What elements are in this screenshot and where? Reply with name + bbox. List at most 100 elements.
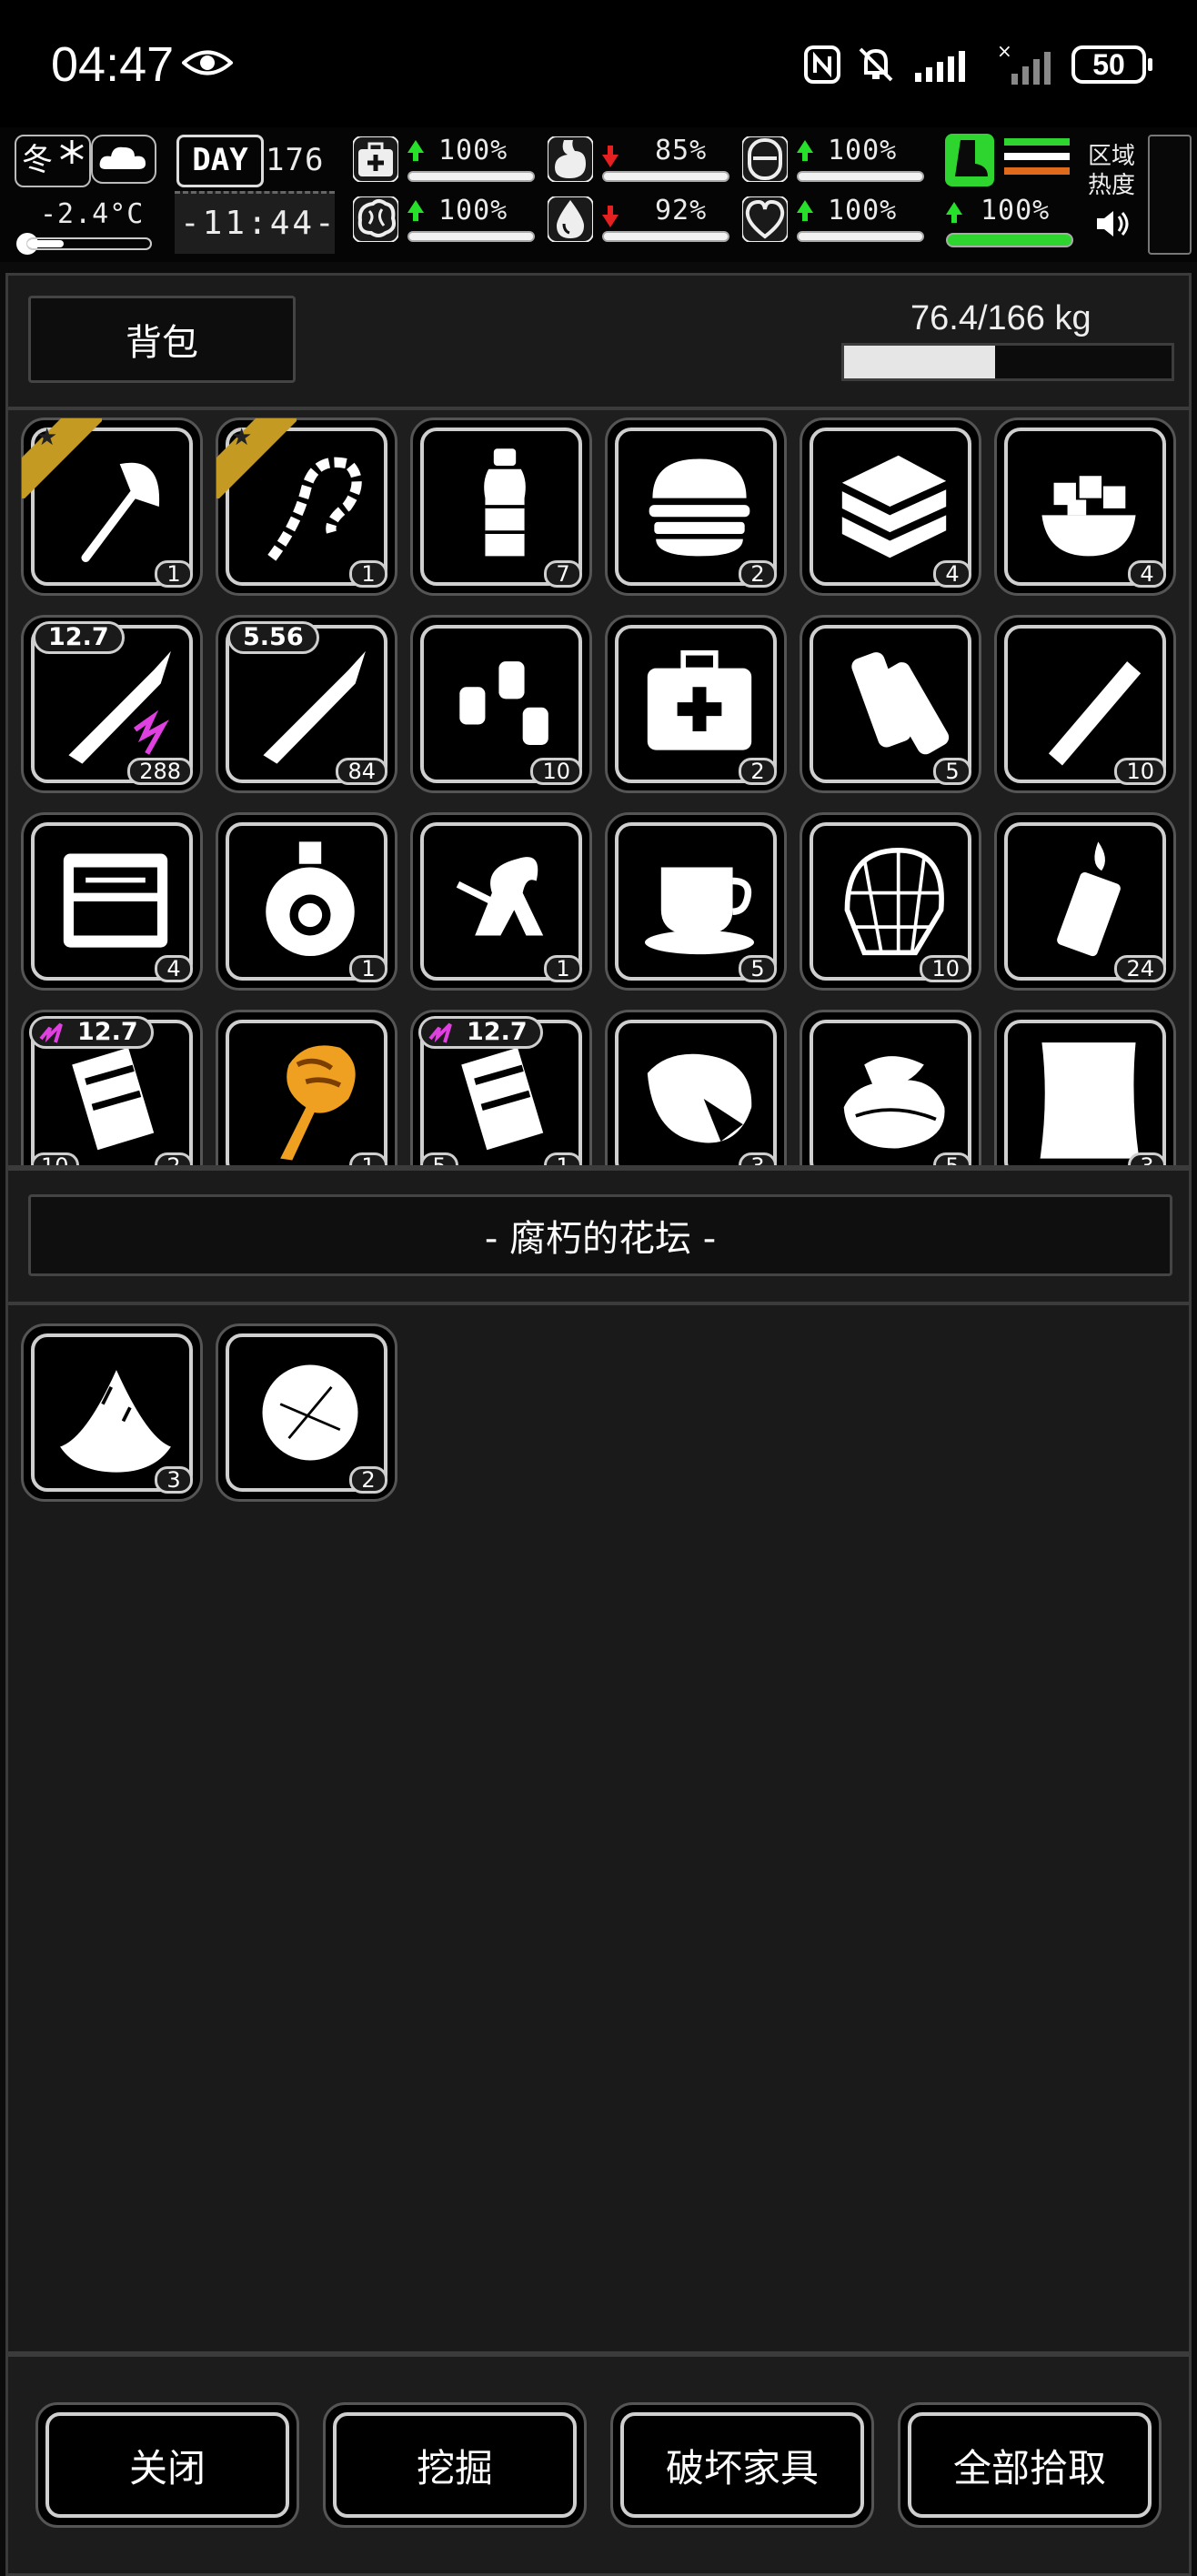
medkit-icon bbox=[353, 136, 398, 182]
item-count: 4 bbox=[155, 955, 193, 982]
dig-button[interactable]: 挖掘 bbox=[323, 2402, 587, 2528]
horse-statue-icon bbox=[456, 857, 544, 936]
cloth-sheet-icon bbox=[1040, 1042, 1140, 1159]
inventory-slot[interactable]: 5 bbox=[800, 615, 981, 793]
item-count: 4 bbox=[933, 560, 971, 588]
item-count: 10 bbox=[920, 955, 971, 982]
stomach-icon bbox=[548, 136, 593, 182]
item-count: 1 bbox=[349, 955, 387, 982]
golden-idol-icon bbox=[280, 1045, 356, 1161]
inventory-slot[interactable]: 1 bbox=[21, 418, 203, 596]
trend-up-icon bbox=[407, 140, 424, 161]
inventory-slot[interactable]: 10 bbox=[800, 812, 981, 991]
stat-bar bbox=[797, 231, 924, 242]
trend-down-icon bbox=[602, 146, 619, 167]
item-count: 1 bbox=[349, 1152, 387, 1165]
item-count: 3 bbox=[155, 1466, 193, 1494]
game-hud: 冬 -2.4°C DAY 176 -11:44- 100% 85% 100% 1… bbox=[0, 127, 1197, 262]
inventory-slot[interactable]: 5 bbox=[800, 1010, 981, 1165]
inventory-slot[interactable]: 1 bbox=[216, 1010, 397, 1165]
item-count: 84 bbox=[336, 758, 387, 785]
system-status-bar: 04:47 × 50 bbox=[0, 0, 1197, 127]
stat-bar bbox=[407, 231, 535, 242]
shock-icon bbox=[39, 1022, 63, 1043]
item-count: 5 bbox=[933, 758, 971, 785]
inventory-slot[interactable]: 2 bbox=[216, 1323, 397, 1502]
inventory-slot[interactable]: 2 bbox=[605, 418, 787, 596]
zone-heat-label: 区域热度 bbox=[1088, 143, 1136, 199]
day-label: DAY bbox=[176, 135, 264, 187]
item-count: 5 bbox=[933, 1152, 971, 1165]
inventory-slot[interactable]: 12.7 5 1 bbox=[410, 1010, 592, 1165]
nfc-icon bbox=[804, 45, 840, 84]
item-count: 10 bbox=[530, 758, 582, 785]
inventory-slot[interactable]: 3 bbox=[994, 1010, 1176, 1165]
rifle-bullet-icon bbox=[263, 650, 366, 764]
snowflake-icon bbox=[60, 140, 84, 164]
weight-text: 76.4/166 kg bbox=[910, 299, 1091, 337]
inventory-slot[interactable]: 4 bbox=[21, 812, 203, 991]
pills-icon bbox=[459, 661, 548, 745]
inventory-slot[interactable]: 4 bbox=[994, 418, 1176, 596]
day-block: DAY 176 -11:44- bbox=[175, 131, 335, 257]
inventory-slot[interactable]: 10 bbox=[410, 615, 592, 793]
stat-bar bbox=[602, 171, 729, 182]
brain-icon bbox=[353, 196, 398, 242]
inventory-slot[interactable]: 3 bbox=[605, 1010, 787, 1165]
ammo-loaded-count: 5 bbox=[420, 1152, 458, 1165]
cotton-icon bbox=[262, 1364, 358, 1461]
close-button[interactable]: 关闭 bbox=[35, 2402, 299, 2528]
pick-up-all-button[interactable]: 全部拾取 bbox=[898, 2402, 1162, 2528]
favorite-star-icon bbox=[22, 418, 102, 498]
game-time: -11:44- bbox=[180, 205, 337, 242]
inventory-slot[interactable]: 2 bbox=[605, 615, 787, 793]
item-count: 3 bbox=[1128, 1152, 1166, 1165]
inventory-slot[interactable]: 12.7 288 bbox=[21, 615, 203, 793]
inventory-slot[interactable]: 1 bbox=[410, 812, 592, 991]
slot-frame bbox=[226, 1020, 387, 1165]
inventory-slot[interactable]: 1 bbox=[216, 418, 397, 596]
inventory-slot[interactable]: 1 bbox=[216, 812, 397, 991]
pick-up-all-label: 全部拾取 bbox=[908, 2412, 1152, 2518]
first-aid-kit-icon bbox=[647, 649, 752, 750]
sandwich-icon bbox=[841, 455, 947, 558]
destroy-furniture-label: 破坏家具 bbox=[620, 2412, 864, 2518]
backpack-header: 背包 76.4/166 kg bbox=[5, 273, 1192, 409]
backpack-grid[interactable]: 11724412.72885.56841025104115102412.7102… bbox=[5, 408, 1192, 1168]
inventory-slot[interactable]: 24 bbox=[994, 812, 1176, 991]
dirt-pile-icon bbox=[60, 1370, 171, 1473]
item-count: 10 bbox=[1114, 758, 1166, 785]
speaker-icon[interactable] bbox=[1095, 207, 1132, 240]
stat-water-drop: 92% bbox=[546, 191, 737, 249]
backpack-tab[interactable]: 背包 bbox=[28, 296, 296, 383]
action-bar: 关闭 挖掘 破坏家具 全部拾取 bbox=[5, 2354, 1192, 2576]
toolbox-icon bbox=[63, 853, 168, 948]
destroy-furniture-button[interactable]: 破坏家具 bbox=[610, 2402, 874, 2528]
item-count: 4 bbox=[1128, 560, 1166, 588]
stat-value: 85% bbox=[655, 135, 708, 166]
stat-stomach: 85% bbox=[546, 131, 737, 189]
container-grid[interactable]: 32 bbox=[5, 1303, 1192, 2354]
inventory-slot[interactable]: 4 bbox=[800, 418, 981, 596]
inventory-slot[interactable]: 12.7 10 2 bbox=[21, 1010, 203, 1165]
inventory-slot[interactable]: 5.56 84 bbox=[216, 615, 397, 793]
item-count: 1 bbox=[544, 955, 582, 982]
item-count: 2 bbox=[155, 1152, 193, 1165]
rifle-bullet-icon bbox=[68, 650, 171, 764]
signal-weak-icon: × bbox=[997, 43, 1051, 85]
inventory-slot[interactable]: 7 bbox=[410, 418, 592, 596]
stat-bar bbox=[407, 171, 535, 182]
inventory-slot[interactable]: 5 bbox=[605, 812, 787, 991]
battery-level: 50 bbox=[1071, 45, 1152, 84]
ammo-magazine-icon bbox=[72, 1047, 155, 1151]
dig-button-label: 挖掘 bbox=[333, 2412, 577, 2518]
stat-value: 100% bbox=[828, 135, 898, 166]
weight-bar-fill bbox=[844, 346, 995, 378]
inventory-slot[interactable]: 3 bbox=[21, 1323, 203, 1502]
lighter-icon bbox=[1057, 841, 1121, 957]
container-title: - 腐朽的花坛 - bbox=[28, 1194, 1172, 1276]
heat-meter bbox=[1148, 135, 1192, 255]
stat-heart: 100% bbox=[740, 191, 931, 249]
boot-icon bbox=[945, 134, 994, 186]
inventory-slot[interactable]: 10 bbox=[994, 615, 1176, 793]
